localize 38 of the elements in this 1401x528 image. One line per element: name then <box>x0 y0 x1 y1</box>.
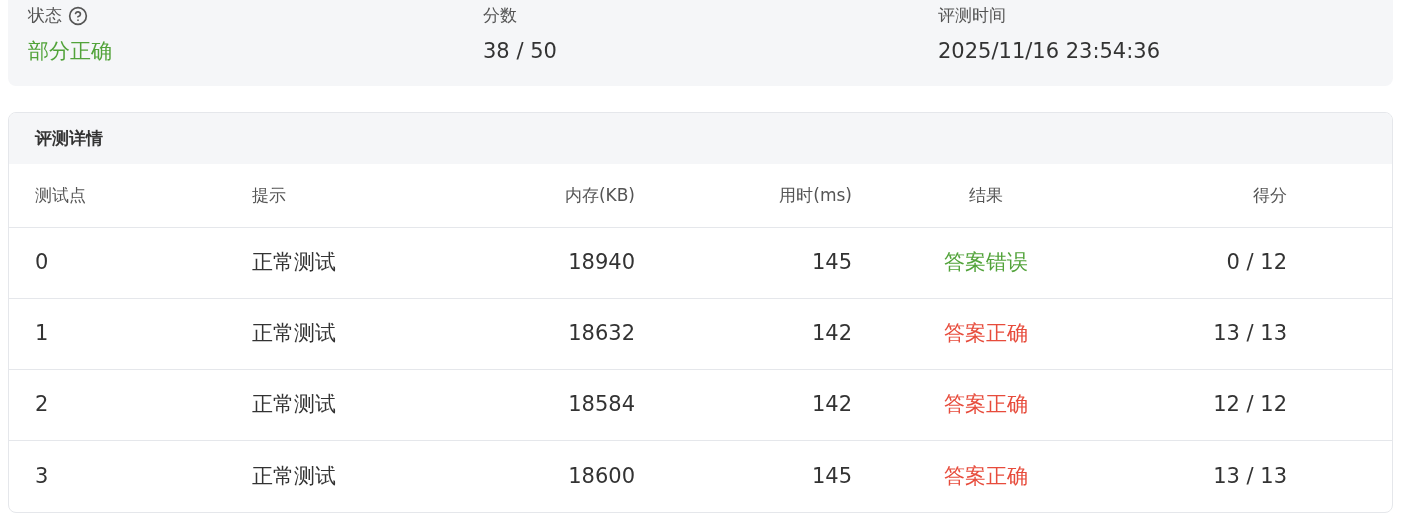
table-cell: 145 <box>811 463 852 488</box>
table-cell: 3 <box>35 463 49 488</box>
table-cell: 18632 <box>568 321 635 346</box>
table-cell: 18584 <box>568 392 635 417</box>
result-status: 答案错误 <box>944 250 1028 275</box>
table-cell: 2 <box>35 392 49 417</box>
summary-value: 38 / 50 <box>483 38 558 65</box>
table-cell: 13 / 13 <box>1213 463 1287 488</box>
column-header: 测试点 <box>35 184 86 205</box>
result-status: 答案正确 <box>944 463 1028 488</box>
summary-label: 评测时间 <box>938 4 1006 28</box>
result-status: 答案正确 <box>944 321 1028 346</box>
table-cell: 18600 <box>568 463 635 488</box>
column-header: 内存(KB) <box>564 184 635 205</box>
table-cell: 正常测试 <box>252 392 336 417</box>
table-cell: 18940 <box>568 250 635 275</box>
column-header: 结果 <box>969 184 1003 205</box>
summary-value: 部分正确 <box>28 38 113 65</box>
table-cell: 0 / 12 <box>1226 250 1287 275</box>
help-icon[interactable] <box>68 6 88 26</box>
table-cell: 1 <box>35 321 49 346</box>
table-cell: 145 <box>811 250 852 275</box>
table-cell: 正常测试 <box>252 250 336 275</box>
summary-label: 状态 <box>28 4 62 28</box>
table-cell: 12 / 12 <box>1213 392 1287 417</box>
column-header: 得分 <box>1253 184 1287 205</box>
table-cell: 142 <box>811 392 852 417</box>
table-cell: 正常测试 <box>252 463 336 488</box>
column-header: 用时(ms) <box>779 184 852 205</box>
table-cell: 142 <box>811 321 852 346</box>
result-status: 答案正确 <box>944 392 1028 417</box>
table-cell: 13 / 13 <box>1213 321 1287 346</box>
table-cell: 正常测试 <box>252 321 336 346</box>
table-cell: 0 <box>35 250 49 275</box>
summary-value: 2025/11/16 23:54:36 <box>938 38 1162 65</box>
summary-label: 分数 <box>483 4 517 28</box>
card-title: 评测详情 <box>35 126 103 150</box>
column-header: 提示 <box>252 184 286 205</box>
